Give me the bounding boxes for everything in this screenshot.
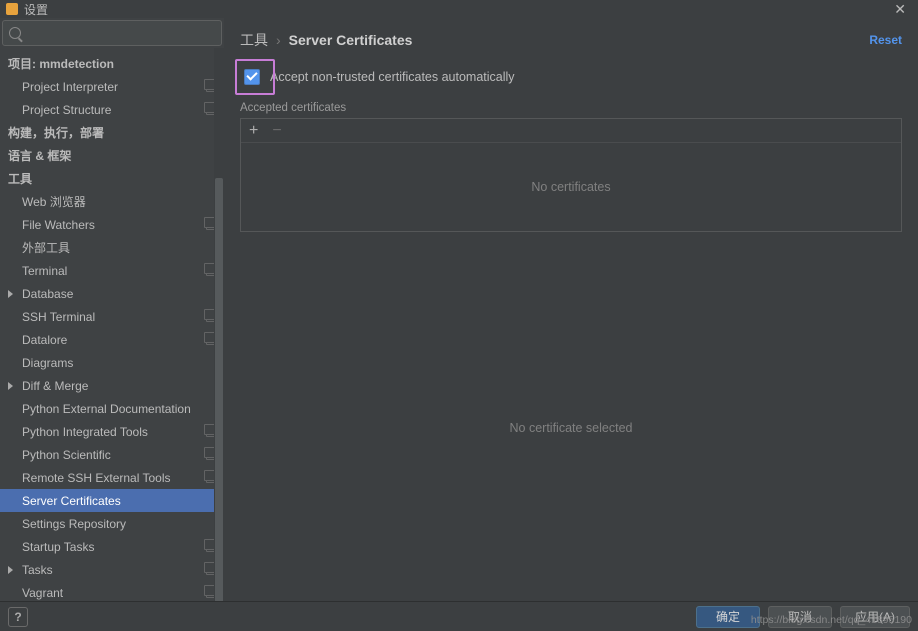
sidebar-cat-lang[interactable]: 语言 & 框架 (0, 144, 224, 167)
tree-item-label: Server Certificates (22, 494, 218, 508)
tree-item-label: Remote SSH External Tools (22, 471, 202, 485)
ok-button[interactable]: 确定 (696, 606, 760, 628)
apply-button[interactable]: 应用(A) (840, 606, 910, 628)
sidebar-item-project-1[interactable]: Project Structure (0, 98, 224, 121)
breadcrumb: 工具 › Server Certificates Reset (240, 28, 902, 52)
window-title: 设置 (24, 1, 48, 18)
tree-item-label: 语言 & 框架 (8, 147, 218, 164)
sidebar-item-tools-4[interactable]: Database (0, 282, 224, 305)
accepted-certs-panel: + − No certificates (240, 118, 902, 232)
sidebar-cat-tools[interactable]: 工具 (0, 167, 224, 190)
sidebar-item-tools-15[interactable]: Startup Tasks (0, 535, 224, 558)
content-pane: 工具 › Server Certificates Reset Accept no… (224, 18, 918, 608)
search-box[interactable] (2, 20, 222, 46)
sidebar-item-tools-8[interactable]: Diff & Merge (0, 374, 224, 397)
chevron-right-icon (8, 290, 13, 298)
close-icon[interactable]: ✕ (888, 1, 912, 18)
sidebar: 项目: mmdetection Project Interpreter Projec… (0, 18, 224, 608)
sidebar-item-tools-12[interactable]: Remote SSH External Tools (0, 466, 224, 489)
tree-item-label: Terminal (22, 264, 202, 278)
tree-item-label: Web 浏览器 (22, 193, 218, 210)
cancel-button[interactable]: 取消 (768, 606, 832, 628)
tree-item-label: Diff & Merge (22, 379, 218, 393)
scroll-thumb[interactable] (215, 178, 223, 613)
sidebar-item-project-0[interactable]: Project Interpreter (0, 75, 224, 98)
tree-item-label: Python Scientific (22, 448, 202, 462)
tree-item-label: Project Structure (22, 103, 202, 117)
tree-item-label: Project Interpreter (22, 80, 202, 94)
tree-item-label: File Watchers (22, 218, 202, 232)
sidebar-item-tools-11[interactable]: Python Scientific (0, 443, 224, 466)
tree-item-label: Startup Tasks (22, 540, 202, 554)
sidebar-item-tools-1[interactable]: File Watchers (0, 213, 224, 236)
breadcrumb-current: Server Certificates (289, 32, 413, 48)
certs-empty-text: No certificates (241, 143, 901, 231)
help-button[interactable]: ? (8, 607, 28, 627)
titlebar: 设置 ✕ (0, 0, 918, 18)
tree-item-label: Python External Documentation (22, 402, 218, 416)
accept-untrusted-row[interactable]: Accept non-trusted certificates automati… (240, 64, 902, 90)
tree-item-label: Python Integrated Tools (22, 425, 202, 439)
settings-tree: 项目: mmdetection Project Interpreter Projec… (0, 48, 224, 608)
sidebar-item-tools-14[interactable]: Settings Repository (0, 512, 224, 535)
tree-item-label: Database (22, 287, 218, 301)
sidebar-item-tools-2[interactable]: 外部工具 (0, 236, 224, 259)
sidebar-cat-build[interactable]: 构建，执行，部署 (0, 121, 224, 144)
search-icon (9, 27, 21, 39)
chevron-right-icon (8, 566, 13, 574)
add-cert-button[interactable]: + (249, 123, 258, 139)
tree-item-label: 外部工具 (22, 239, 218, 256)
sidebar-item-tools-7[interactable]: Diagrams (0, 351, 224, 374)
sidebar-scrollbar[interactable] (214, 48, 224, 618)
tree-item-label: Datalore (22, 333, 202, 347)
app-icon (6, 3, 18, 15)
sidebar-item-tools-9[interactable]: Python External Documentation (0, 397, 224, 420)
sidebar-item-tools-6[interactable]: Datalore (0, 328, 224, 351)
tree-item-label: Settings Repository (22, 517, 218, 531)
tree-item-label: Diagrams (22, 356, 218, 370)
chevron-right-icon (8, 382, 13, 390)
tree-item-label: Tasks (22, 563, 202, 577)
tree-item-label: 项目: mmdetection (8, 55, 218, 72)
remove-cert-button: − (272, 123, 281, 139)
accept-untrusted-checkbox[interactable] (244, 69, 260, 85)
sidebar-item-tools-13[interactable]: Server Certificates (0, 489, 224, 512)
accepted-certs-label: Accepted certificates (240, 102, 902, 114)
sidebar-item-tools-3[interactable]: Terminal (0, 259, 224, 282)
chevron-right-icon: › (276, 32, 281, 48)
certs-toolbar: + − (241, 119, 901, 143)
breadcrumb-parent[interactable]: 工具 (240, 30, 268, 50)
sidebar-item-tools-0[interactable]: Web 浏览器 (0, 190, 224, 213)
reset-link[interactable]: Reset (869, 33, 902, 47)
tree-item-label: 构建，执行，部署 (8, 124, 218, 141)
sidebar-item-tools-10[interactable]: Python Integrated Tools (0, 420, 224, 443)
dialog-footer: ? 确定 取消 应用(A) (0, 601, 918, 631)
tree-item-label: SSH Terminal (22, 310, 202, 324)
sidebar-cat-project[interactable]: 项目: mmdetection (0, 52, 224, 75)
tree-item-label: Vagrant (22, 586, 202, 600)
search-input[interactable] (25, 26, 215, 40)
sidebar-item-tools-16[interactable]: Tasks (0, 558, 224, 581)
cert-detail-empty: No certificate selected (240, 248, 902, 608)
accept-untrusted-label: Accept non-trusted certificates automati… (270, 70, 515, 84)
tree-item-label: 工具 (8, 170, 218, 187)
sidebar-item-tools-5[interactable]: SSH Terminal (0, 305, 224, 328)
